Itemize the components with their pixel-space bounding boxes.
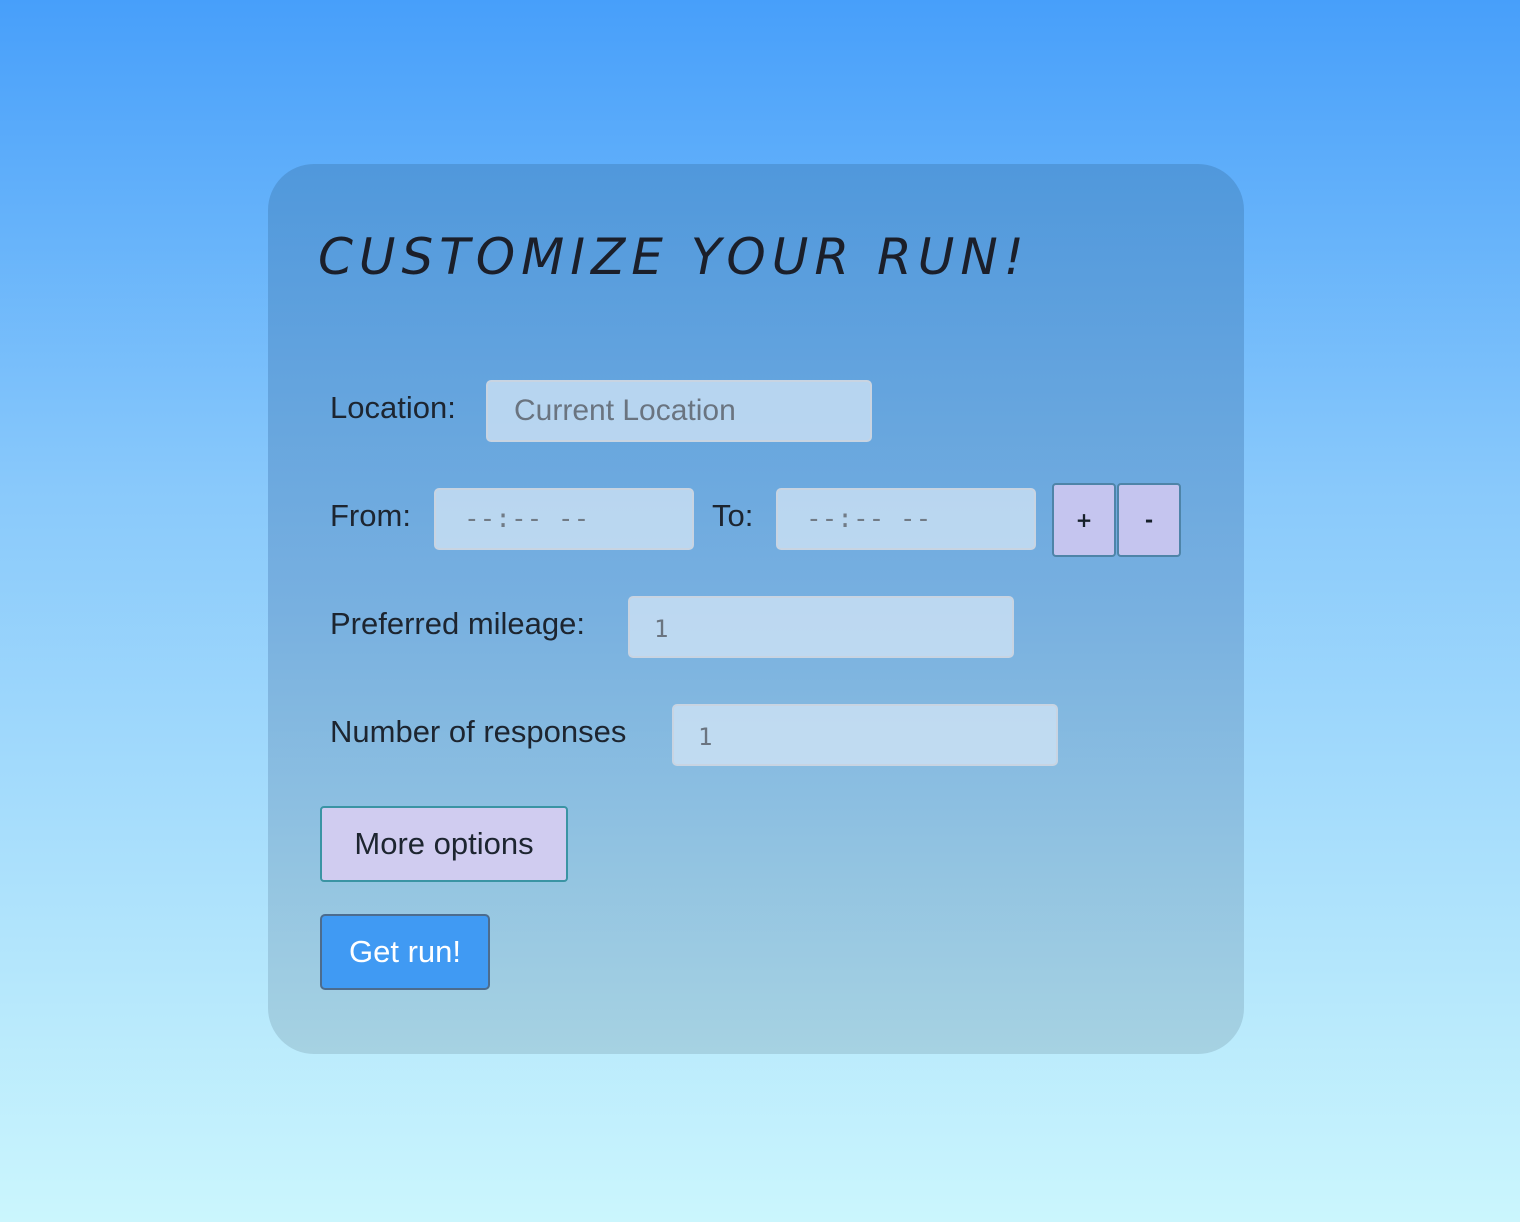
location-label: Location: <box>330 390 456 425</box>
mileage-input[interactable]: 1 <box>628 596 1014 658</box>
add-time-range-button[interactable]: + <box>1052 483 1116 557</box>
from-label: From: <box>330 498 411 533</box>
to-label: To: <box>712 498 754 533</box>
location-input[interactable]: Current Location <box>486 380 872 442</box>
run-form-card: CUSTOMIZE YOUR RUN! Location: Current Lo… <box>268 164 1244 1054</box>
mileage-label: Preferred mileage: <box>330 606 586 641</box>
to-time-input[interactable]: --:-- -- <box>776 488 1036 550</box>
get-run-button[interactable]: Get run! <box>320 914 490 990</box>
from-time-input[interactable]: --:-- -- <box>434 488 694 550</box>
remove-time-range-button[interactable]: - <box>1117 483 1181 557</box>
responses-input[interactable]: 1 <box>672 704 1058 766</box>
responses-label: Number of responses <box>330 714 627 749</box>
form-title: CUSTOMIZE YOUR RUN! <box>318 228 1030 286</box>
more-options-button[interactable]: More options <box>320 806 568 882</box>
